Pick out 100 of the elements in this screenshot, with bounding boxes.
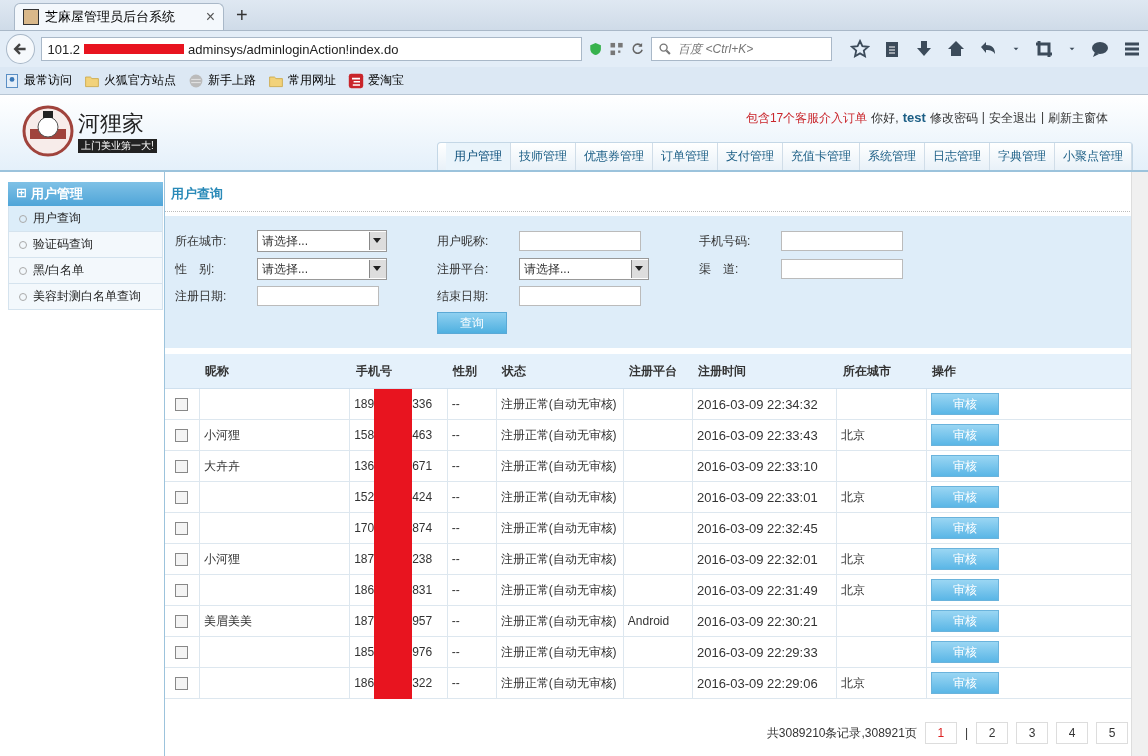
table-cell: --: [447, 512, 497, 544]
row-checkbox[interactable]: [175, 459, 188, 473]
page-link[interactable]: 1: [924, 722, 957, 744]
table-cell: 2016-03-09 22:33:10: [692, 450, 837, 482]
row-checkbox[interactable]: [175, 552, 188, 566]
table-cell: 2016-03-09 22:29:06: [692, 667, 837, 699]
input-field[interactable]: [781, 259, 903, 279]
bookmark[interactable]: 爱淘宝: [348, 72, 404, 89]
table-cell: 2016-03-09 22:31:49: [692, 574, 837, 606]
table-cell: 322: [412, 676, 433, 690]
nav-tab[interactable]: 充值卡管理: [783, 143, 860, 170]
select-field[interactable]: 请选择...: [519, 258, 649, 280]
input-field[interactable]: [519, 286, 641, 306]
table-cell: 424: [412, 490, 433, 504]
select-field[interactable]: 请选择...: [257, 258, 387, 280]
table-cell: 北京: [836, 667, 927, 699]
crop-icon[interactable]: [1034, 39, 1054, 59]
input-field[interactable]: [257, 286, 379, 306]
table-cell: 2016-03-09 22:34:32: [692, 388, 837, 420]
page-link[interactable]: 5: [1096, 722, 1128, 744]
table-cell: 831: [412, 583, 433, 597]
qr-code-icon[interactable]: [608, 41, 624, 57]
table-cell: 注册正常(自动无审核): [496, 574, 624, 606]
table-cell: 美眉美美: [199, 605, 350, 637]
column-header: 昵称: [199, 354, 350, 389]
page-link[interactable]: 4: [1056, 722, 1088, 744]
row-checkbox[interactable]: [175, 521, 188, 535]
shield-icon[interactable]: [587, 41, 603, 57]
bookmark[interactable]: 新手上路: [188, 72, 256, 89]
bookmark[interactable]: 火狐官方站点: [84, 72, 176, 89]
bookmark[interactable]: 最常访问: [4, 72, 72, 89]
nav-tab[interactable]: 支付管理: [718, 143, 783, 170]
page-link[interactable]: 3: [1016, 722, 1048, 744]
reload-icon[interactable]: [630, 41, 646, 57]
select-field[interactable]: 请选择...: [257, 230, 387, 252]
row-checkbox[interactable]: [175, 645, 188, 659]
table-cell: 463: [412, 428, 433, 442]
browser-tab[interactable]: 芝麻屋管理员后台系统 ×: [14, 3, 224, 30]
nav-tab[interactable]: 优惠券管理: [576, 143, 653, 170]
shopping-icon[interactable]: [348, 72, 364, 89]
redaction-bar: [374, 388, 413, 420]
field-label: 注册日期:: [175, 287, 228, 305]
nav-tab[interactable]: 小聚点管理: [1055, 143, 1132, 170]
sidebar-item[interactable]: 用户查询: [8, 206, 163, 232]
row-checkbox[interactable]: [175, 428, 188, 442]
scrollbar[interactable]: [1131, 172, 1148, 756]
nav-tab[interactable]: 系统管理: [860, 143, 925, 170]
table-cell: [623, 636, 693, 668]
table-cell: 2016-03-09 22:29:33: [692, 636, 837, 668]
input-field[interactable]: [781, 231, 903, 251]
table-cell: 注册正常(自动无审核): [496, 636, 624, 668]
row-checkbox[interactable]: [175, 614, 188, 628]
chat-icon[interactable]: [1090, 39, 1110, 59]
address-field[interactable]: 101.2 adminsys/adminloginAction!index.do: [40, 37, 582, 61]
header-link[interactable]: 安全退出: [988, 110, 1037, 127]
table-cell: [623, 667, 693, 699]
separator-text: |: [964, 726, 968, 740]
nav-tab[interactable]: 用户管理: [446, 143, 511, 170]
home-icon[interactable]: [946, 39, 966, 59]
new-tab-button[interactable]: +: [236, 4, 248, 27]
table-cell: 187: [354, 552, 375, 566]
table-cell: [623, 543, 693, 575]
notice-link[interactable]: 包含17个客服介入订单: [745, 110, 868, 127]
nav-tab[interactable]: 技师管理: [511, 143, 576, 170]
table-cell: 小河狸: [199, 419, 350, 451]
header-link[interactable]: 修改密码: [929, 110, 978, 127]
nav-tab[interactable]: 日志管理: [925, 143, 990, 170]
field-label: 性 别:: [175, 260, 216, 278]
table-cell: [623, 574, 693, 606]
row-checkbox[interactable]: [175, 676, 188, 690]
sidebar-item[interactable]: 美容封测白名单查询: [8, 284, 163, 310]
redaction-bar: [374, 667, 413, 699]
table-cell: 注册正常(自动无审核): [496, 481, 624, 513]
table-cell: 大卉卉: [199, 450, 350, 482]
page-link[interactable]: 2: [976, 722, 1008, 744]
sidebar-item[interactable]: 验证码查询: [8, 232, 163, 258]
header-link[interactable]: 刷新主窗体: [1048, 110, 1108, 127]
star-icon[interactable]: [850, 39, 870, 59]
nav-tab[interactable]: 字典管理: [990, 143, 1055, 170]
row-checkbox[interactable]: [175, 583, 188, 597]
table-cell: 187: [354, 614, 375, 628]
nav-tab[interactable]: 订单管理: [653, 143, 718, 170]
table-cell: --: [447, 667, 497, 699]
sidebar-item[interactable]: 黑/白名单: [8, 258, 163, 284]
row-checkbox[interactable]: [175, 397, 188, 411]
person-page-icon[interactable]: [4, 72, 20, 89]
back-button[interactable]: [6, 34, 35, 64]
table-cell: --: [447, 450, 497, 482]
table-cell: 注册正常(自动无审核): [496, 605, 624, 637]
greeting-text: 你好,: [871, 110, 899, 127]
table-cell: [623, 450, 693, 482]
table-cell: 2016-03-09 22:33:43: [692, 419, 837, 451]
bookmark[interactable]: 常用网址: [268, 72, 336, 89]
input-field[interactable]: [519, 231, 641, 251]
table-cell: 957: [412, 614, 433, 628]
back-arrow-icon: [12, 41, 29, 57]
search-field[interactable]: 百度 <Ctrl+K>: [651, 37, 832, 61]
column-header: 性别: [447, 354, 497, 389]
table-cell: 注册正常(自动无审核): [496, 388, 624, 420]
row-checkbox[interactable]: [175, 490, 188, 504]
